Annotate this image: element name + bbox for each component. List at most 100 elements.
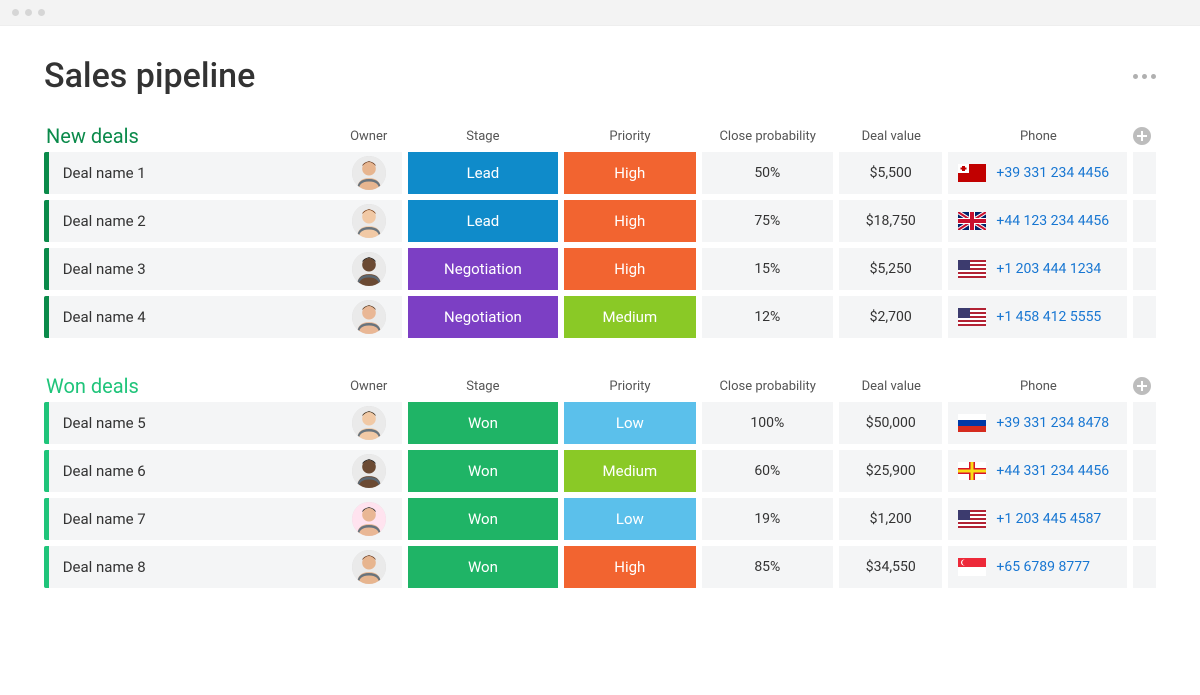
phone-cell[interactable]: +1 458 412 5555 [948, 296, 1127, 338]
table-row[interactable]: Deal name 3 Negotiation High 15% $5,250 … [44, 248, 1156, 290]
table-row[interactable]: Deal name 4 Negotiation Medium 12% $2,70… [44, 296, 1156, 338]
table-row[interactable]: Deal name 1 Lead High 50% $5,500 +39 331… [44, 152, 1156, 194]
phone-cell[interactable]: +39 331 234 4456 [948, 152, 1127, 194]
table-row[interactable]: Deal name 8 Won High 85% $34,550 +65 678… [44, 546, 1156, 588]
column-header-owner[interactable]: Owner [336, 129, 402, 144]
phone-cell[interactable]: +1 203 445 4587 [948, 498, 1127, 540]
column-header-probability[interactable]: Close probability [702, 379, 834, 394]
phone-cell[interactable]: +1 203 444 1234 [948, 248, 1127, 290]
phone-link[interactable]: +44 123 234 4456 [996, 213, 1109, 229]
phone-link[interactable]: +39 331 234 4456 [996, 165, 1109, 181]
deal-name-cell[interactable]: Deal name 1 [49, 152, 336, 194]
phone-link[interactable]: +1 458 412 5555 [996, 309, 1101, 325]
value-cell[interactable]: $2,700 [839, 296, 942, 338]
deal-name-cell[interactable]: Deal name 8 [49, 546, 336, 588]
table-row[interactable]: Deal name 2 Lead High 75% $18,750 +44 12… [44, 200, 1156, 242]
stage-cell[interactable]: Negotiation [408, 248, 558, 290]
priority-cell[interactable]: High [564, 248, 696, 290]
probability-cell[interactable]: 100% [702, 402, 834, 444]
row-extra-cell[interactable] [1133, 296, 1156, 338]
table-row[interactable]: Deal name 6 Won Medium 60% $25,900 +44 3… [44, 450, 1156, 492]
owner-cell[interactable] [336, 546, 402, 588]
priority-cell[interactable]: Low [564, 402, 696, 444]
flag-icon [958, 260, 986, 278]
priority-cell[interactable]: Medium [564, 296, 696, 338]
deal-name-cell[interactable]: Deal name 4 [49, 296, 336, 338]
phone-link[interactable]: +44 331 234 4456 [996, 463, 1109, 479]
probability-cell[interactable]: 12% [702, 296, 834, 338]
phone-link[interactable]: +1 203 445 4587 [996, 511, 1101, 527]
deal-name-cell[interactable]: Deal name 5 [49, 402, 336, 444]
row-extra-cell[interactable] [1133, 546, 1156, 588]
column-header-value[interactable]: Deal value [840, 129, 943, 144]
owner-cell[interactable] [336, 450, 402, 492]
stage-cell[interactable]: Won [408, 546, 558, 588]
owner-cell[interactable] [336, 296, 402, 338]
value-cell[interactable]: $1,200 [839, 498, 942, 540]
phone-cell[interactable]: +44 123 234 4456 [948, 200, 1127, 242]
owner-cell[interactable] [336, 152, 402, 194]
probability-cell[interactable]: 15% [702, 248, 834, 290]
priority-cell[interactable]: High [564, 546, 696, 588]
phone-link[interactable]: +1 203 444 1234 [996, 261, 1101, 277]
phone-link[interactable]: +65 6789 8777 [996, 559, 1090, 575]
table-row[interactable]: Deal name 5 Won Low 100% $50,000 +39 331… [44, 402, 1156, 444]
priority-cell[interactable]: Low [564, 498, 696, 540]
stage-cell[interactable]: Won [408, 498, 558, 540]
owner-cell[interactable] [336, 402, 402, 444]
value-cell[interactable]: $18,750 [839, 200, 942, 242]
stage-cell[interactable]: Negotiation [408, 296, 558, 338]
value-cell[interactable]: $5,250 [839, 248, 942, 290]
value-cell[interactable]: $50,000 [839, 402, 942, 444]
column-header-priority[interactable]: Priority [564, 129, 696, 144]
phone-cell[interactable]: +65 6789 8777 [948, 546, 1127, 588]
probability-cell[interactable]: 85% [702, 546, 834, 588]
owner-cell[interactable] [336, 248, 402, 290]
stage-cell[interactable]: Lead [408, 152, 558, 194]
column-header-stage[interactable]: Stage [408, 129, 559, 144]
column-header-phone[interactable]: Phone [949, 379, 1128, 394]
owner-cell[interactable] [336, 498, 402, 540]
probability-cell[interactable]: 60% [702, 450, 834, 492]
group-title[interactable]: New deals [44, 124, 336, 148]
probability-cell[interactable]: 50% [702, 152, 834, 194]
phone-cell[interactable]: +39 331 234 8478 [948, 402, 1127, 444]
row-extra-cell[interactable] [1133, 152, 1156, 194]
column-header-value[interactable]: Deal value [840, 379, 943, 394]
row-extra-cell[interactable] [1133, 248, 1156, 290]
phone-link[interactable]: +39 331 234 8478 [996, 415, 1109, 431]
more-options-button[interactable] [1133, 74, 1156, 79]
value-cell[interactable]: $25,900 [839, 450, 942, 492]
probability-cell[interactable]: 75% [702, 200, 834, 242]
column-header-phone[interactable]: Phone [949, 129, 1128, 144]
row-extra-cell[interactable] [1133, 498, 1156, 540]
avatar [352, 252, 386, 286]
stage-cell[interactable]: Won [408, 450, 558, 492]
add-column-button[interactable] [1133, 377, 1151, 395]
priority-cell[interactable]: High [564, 152, 696, 194]
table-row[interactable]: Deal name 7 Won Low 19% $1,200 +1 203 44… [44, 498, 1156, 540]
stage-cell[interactable]: Won [408, 402, 558, 444]
column-header-stage[interactable]: Stage [408, 379, 559, 394]
value-cell[interactable]: $5,500 [839, 152, 942, 194]
priority-cell[interactable]: Medium [564, 450, 696, 492]
owner-cell[interactable] [336, 200, 402, 242]
deal-name-cell[interactable]: Deal name 7 [49, 498, 336, 540]
stage-cell[interactable]: Lead [408, 200, 558, 242]
value-cell[interactable]: $34,550 [839, 546, 942, 588]
row-extra-cell[interactable] [1133, 402, 1156, 444]
deal-name-cell[interactable]: Deal name 3 [49, 248, 336, 290]
column-header-priority[interactable]: Priority [564, 379, 696, 394]
row-extra-cell[interactable] [1133, 200, 1156, 242]
column-header-owner[interactable]: Owner [336, 379, 402, 394]
group-title[interactable]: Won deals [44, 374, 336, 398]
deal-name-cell[interactable]: Deal name 2 [49, 200, 336, 242]
priority-cell[interactable]: High [564, 200, 696, 242]
avatar [352, 550, 386, 584]
probability-cell[interactable]: 19% [702, 498, 834, 540]
row-extra-cell[interactable] [1133, 450, 1156, 492]
deal-name-cell[interactable]: Deal name 6 [49, 450, 336, 492]
add-column-button[interactable] [1133, 127, 1151, 145]
column-header-probability[interactable]: Close probability [702, 129, 834, 144]
phone-cell[interactable]: +44 331 234 4456 [948, 450, 1127, 492]
